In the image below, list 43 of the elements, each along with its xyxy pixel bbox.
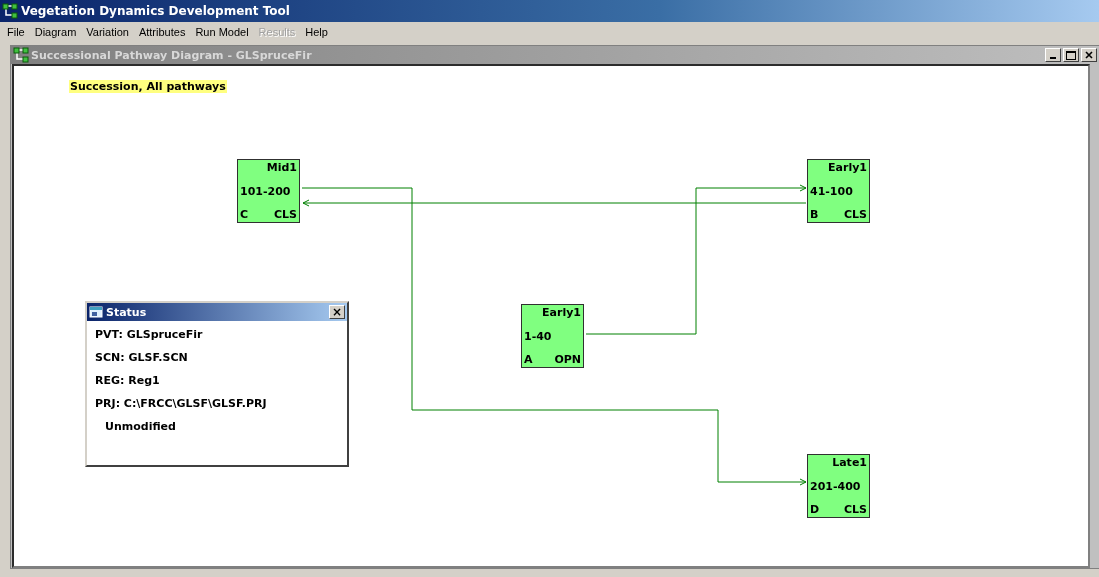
node-age-range: 1-40	[524, 329, 552, 343]
node-name: Mid1	[266, 161, 297, 174]
modified-state: Unmodified	[104, 420, 177, 433]
status-line: SCN: GLSF.SCN	[95, 351, 189, 364]
status-line: PVT: GLSpruceFir	[95, 328, 204, 341]
state-node[interactable]: Mid1 101-200 C CLS	[237, 159, 300, 223]
node-cover: CLS	[274, 208, 297, 221]
node-diagram-icon	[2, 3, 18, 19]
node-name: Early1	[542, 306, 581, 319]
status-title: Status	[106, 305, 148, 319]
node-class: D	[810, 503, 820, 516]
node-age-range: 201-400	[810, 479, 861, 493]
minimize-button[interactable]	[1045, 48, 1061, 62]
maximize-icon	[1066, 50, 1076, 60]
state-node[interactable]: Late1 201-400 D CLS	[807, 454, 870, 518]
node-cover: CLS	[844, 503, 867, 516]
menu-item[interactable]: Variation	[81, 26, 134, 38]
node-name: Late1	[832, 456, 867, 469]
menu-item[interactable]: Help	[300, 26, 333, 38]
diagram-window-title: Successional Pathway Diagram - GLSpruceFir	[31, 48, 313, 62]
menu-item[interactable]: Attributes	[133, 26, 191, 38]
status-line: PRJ: C:\FRCC\GLSF\GLSF.PRJ	[95, 397, 268, 410]
status-line: REG: Reg1	[95, 374, 161, 387]
node-age-range: 41-100	[810, 184, 853, 198]
node-cover: OPN	[554, 353, 581, 366]
maximize-button[interactable]	[1063, 48, 1079, 62]
state-node[interactable]: Early1 41-100 B CLS	[807, 159, 870, 223]
node-class: A	[524, 353, 533, 366]
window-title: Vegetation Dynamics Development Tool	[21, 4, 290, 18]
node-name: Early1	[828, 161, 867, 174]
menu-item[interactable]: File	[2, 26, 30, 38]
diagram-legend: Succession, All pathways	[69, 80, 227, 93]
close-button[interactable]: ×	[329, 305, 345, 319]
close-icon	[1085, 51, 1093, 59]
node-cover: CLS	[844, 208, 867, 221]
state-node[interactable]: Early1 1-40 A OPN	[521, 304, 584, 368]
menu-item[interactable]: Diagram	[29, 26, 82, 38]
node-class: C	[240, 208, 249, 221]
node-age-range: 101-200	[240, 184, 291, 198]
menu-item[interactable]: Run Model	[190, 26, 254, 38]
window-icon	[89, 306, 103, 318]
close-button[interactable]	[1081, 48, 1097, 62]
node-class: B	[810, 208, 819, 221]
